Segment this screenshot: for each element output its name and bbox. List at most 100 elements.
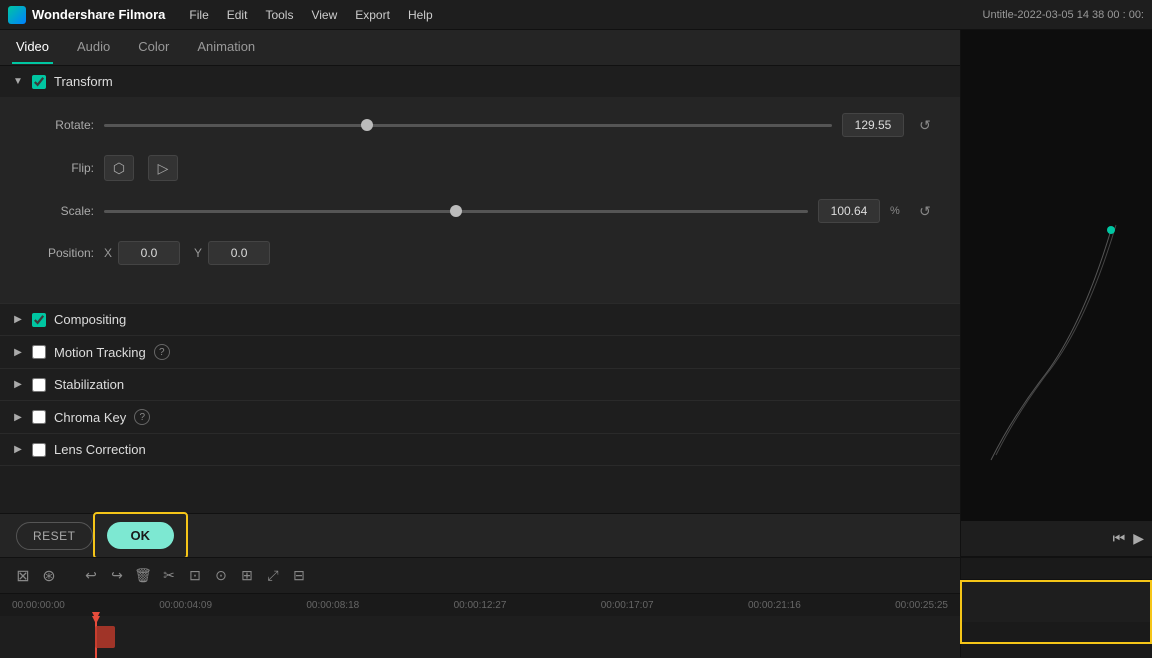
ruler-mark-1: 00:00:04:09 xyxy=(159,600,212,611)
flip-vertical-btn[interactable]: ▷ xyxy=(148,155,178,181)
ruler-mark-3: 00:00:12:27 xyxy=(454,600,507,611)
section-stabilization: Stabilization xyxy=(0,369,960,401)
stabilization-title: Stabilization xyxy=(54,377,124,392)
menu-edit[interactable]: Edit xyxy=(219,5,256,25)
compositing-checkbox[interactable] xyxy=(32,313,46,327)
right-panel: ⏮ ▶ xyxy=(960,30,1152,657)
timeline-highlight xyxy=(960,580,1152,644)
section-lens-correction: Lens Correction xyxy=(0,434,960,466)
tool-transform[interactable]: ⊞ xyxy=(236,565,258,587)
rotate-slider[interactable] xyxy=(104,124,832,127)
section-motion-tracking: Motion Tracking ? xyxy=(0,336,960,369)
flip-label: Flip: xyxy=(24,161,94,175)
playback-controls: ⏮ ▶ xyxy=(961,521,1152,557)
motion-tracking-chevron xyxy=(12,346,24,358)
main-layout: Video Audio Color Animation Transform Ro… xyxy=(0,30,1152,657)
motion-tracking-title: Motion Tracking xyxy=(54,345,146,360)
track-segment xyxy=(95,626,115,648)
rotate-value[interactable] xyxy=(842,113,904,137)
right-track xyxy=(961,580,1152,622)
section-stabilization-header[interactable]: Stabilization xyxy=(0,369,960,400)
section-lens-correction-header[interactable]: Lens Correction xyxy=(0,434,960,465)
tool-link[interactable]: ⊛ xyxy=(38,565,60,587)
section-compositing-header[interactable]: Compositing xyxy=(0,304,960,335)
ruler-marks: 00:00:00:00 00:00:04:09 00:00:08:18 00:0… xyxy=(12,600,948,611)
tab-bar: Video Audio Color Animation xyxy=(0,30,960,66)
app-logo: Wondershare Filmora xyxy=(8,6,165,24)
transform-checkbox[interactable] xyxy=(32,75,46,89)
position-inputs: X Y xyxy=(104,241,270,265)
flip-horizontal-btn[interactable]: ⬡ xyxy=(104,155,134,181)
chroma-key-help-icon[interactable]: ? xyxy=(134,409,150,425)
stabilization-checkbox[interactable] xyxy=(32,378,46,392)
menu-bar: File Edit Tools View Export Help xyxy=(181,5,440,25)
scale-unit: % xyxy=(890,205,904,217)
left-panel: Video Audio Color Animation Transform Ro… xyxy=(0,30,960,657)
rotate-row: Rotate: ↺ xyxy=(24,113,936,137)
chroma-key-checkbox[interactable] xyxy=(32,410,46,424)
preview-panel xyxy=(961,30,1152,521)
position-y[interactable] xyxy=(208,241,270,265)
x-label: X xyxy=(104,246,112,260)
tool-crop[interactable]: ⊡ xyxy=(184,565,206,587)
scale-slider-container xyxy=(104,201,808,221)
tool-redo[interactable]: ↪ xyxy=(106,565,128,587)
properties-panel: Transform Rotate: ↺ Flip: xyxy=(0,66,960,513)
scale-row: Scale: % ↺ xyxy=(24,199,936,223)
tool-audio-eq[interactable]: ⊟ xyxy=(288,565,310,587)
motion-tracking-checkbox[interactable] xyxy=(32,345,46,359)
timeline-track[interactable] xyxy=(0,616,960,658)
tool-cut[interactable]: ✂ xyxy=(158,565,180,587)
menu-file[interactable]: File xyxy=(181,5,216,25)
scale-slider[interactable] xyxy=(104,210,808,213)
tab-animation[interactable]: Animation xyxy=(193,31,259,64)
menu-help[interactable]: Help xyxy=(400,5,441,25)
tab-audio[interactable]: Audio xyxy=(73,31,114,64)
position-row: Position: X Y xyxy=(24,241,936,265)
ruler-mark-5: 00:00:21:16 xyxy=(748,600,801,611)
right-timeline xyxy=(961,557,1152,657)
lens-correction-chevron xyxy=(12,444,24,456)
rotate-slider-container xyxy=(104,115,832,135)
tool-undo[interactable]: ↩ xyxy=(80,565,102,587)
flip-row: Flip: ⬡ ▷ xyxy=(24,155,936,181)
motion-tracking-help-icon[interactable]: ? xyxy=(154,344,170,360)
title-bar: Wondershare Filmora File Edit Tools View… xyxy=(0,0,1152,30)
position-x[interactable] xyxy=(118,241,180,265)
menu-tools[interactable]: Tools xyxy=(257,5,301,25)
scale-reset[interactable]: ↺ xyxy=(914,200,936,222)
menu-view[interactable]: View xyxy=(303,5,345,25)
reset-button[interactable]: RESET xyxy=(16,522,93,550)
section-chroma-key-header[interactable]: Chroma Key ? xyxy=(0,401,960,433)
right-ruler xyxy=(961,558,1152,580)
play-button[interactable]: ▶ xyxy=(1133,530,1144,547)
ok-area: OK xyxy=(93,512,189,559)
ruler-mark-6: 00:00:25:25 xyxy=(895,600,948,611)
scale-value[interactable] xyxy=(818,199,880,223)
lens-correction-checkbox[interactable] xyxy=(32,443,46,457)
timeline-ruler: 00:00:00:00 00:00:04:09 00:00:08:18 00:0… xyxy=(0,594,960,616)
section-chroma-key: Chroma Key ? xyxy=(0,401,960,434)
scale-label: Scale: xyxy=(24,204,94,218)
timeline-area: ⊠ ⊛ ↩ ↪ 🗑 ✂ ⊡ ⊙ ⊞ ⤢ ⊟ 00:00:00: xyxy=(0,557,960,657)
tab-color[interactable]: Color xyxy=(134,31,173,64)
preview-svg xyxy=(961,30,1152,487)
y-label: Y xyxy=(194,246,202,260)
tool-snap[interactable]: ⊠ xyxy=(12,565,34,587)
section-compositing: Compositing xyxy=(0,304,960,336)
transform-content: Rotate: ↺ Flip: ⬡ ▷ xyxy=(0,97,960,303)
ruler-mark-2: 00:00:08:18 xyxy=(306,600,359,611)
tool-speed[interactable]: ⊙ xyxy=(210,565,232,587)
transform-title: Transform xyxy=(54,74,113,89)
tool-delete[interactable]: 🗑 xyxy=(132,565,154,587)
tool-fullscreen[interactable]: ⤢ xyxy=(262,565,284,587)
compositing-title: Compositing xyxy=(54,312,126,327)
ok-button[interactable]: OK xyxy=(107,522,175,549)
app-name: Wondershare Filmora xyxy=(32,7,165,22)
section-transform-header[interactable]: Transform xyxy=(0,66,960,97)
prev-button[interactable]: ⏮ xyxy=(1113,530,1126,547)
section-motion-tracking-header[interactable]: Motion Tracking ? xyxy=(0,336,960,368)
menu-export[interactable]: Export xyxy=(347,5,398,25)
rotate-reset[interactable]: ↺ xyxy=(914,114,936,136)
tab-video[interactable]: Video xyxy=(12,31,53,64)
